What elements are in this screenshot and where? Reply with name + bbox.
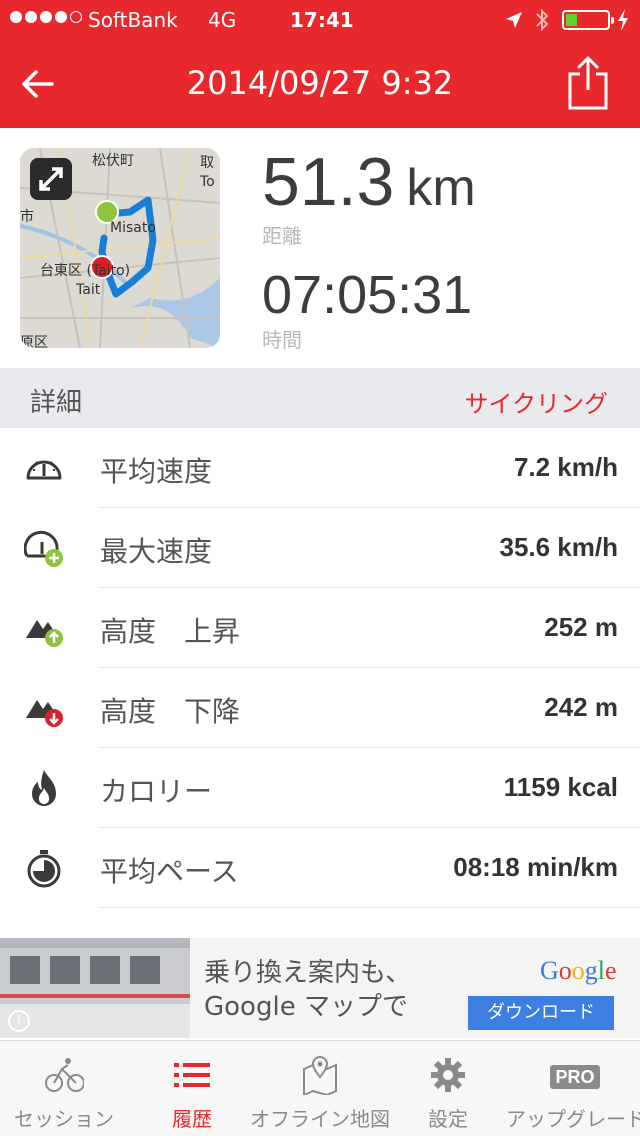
distance-unit: km [406, 159, 476, 217]
charging-icon [618, 9, 628, 31]
ad-text: 乗り換え案内も、 Google マップで [204, 956, 411, 1024]
session-summary: 松伏町 取 To 市 Misato 台東区 (Taito) Tait 原区 51… [0, 128, 640, 368]
expand-map-button[interactable] [30, 158, 72, 200]
ad-banner[interactable]: i 乗り換え案内も、 Google マップで Google ダウンロード [0, 938, 640, 1038]
stat-row-elevation-loss: 高度 下降 242 m [0, 668, 640, 748]
elevation-up-icon [26, 620, 63, 647]
pro-icon: PRO [550, 1065, 600, 1089]
map-label: 取 [200, 155, 214, 171]
ad-download-button[interactable]: ダウンロード [468, 996, 614, 1030]
map-label: 市 [20, 209, 34, 225]
stat-value: 35.6 km/h [499, 532, 618, 562]
stat-row-average-speed: 平均速度 7.2 km/h [0, 428, 640, 508]
details-section-header: 詳細 サイクリング [0, 368, 640, 428]
tab-offline-map[interactable]: オフライン地図 [250, 1041, 390, 1136]
stat-label: カロリー [100, 775, 213, 808]
ad-line-1: 乗り換え案内も、 [204, 958, 412, 988]
ad-line-2: Google マップで [204, 992, 408, 1022]
stat-row-elevation-gain: 高度 上昇 252 m [0, 588, 640, 668]
elevation-down-icon [26, 700, 63, 727]
location-arrow-icon [506, 12, 522, 28]
stat-value: 1159 kcal [503, 772, 618, 802]
expand-icon [39, 167, 63, 191]
ad-info-icon[interactable]: i [8, 1010, 30, 1032]
tab-label: オフライン地図 [250, 1107, 390, 1131]
stat-label: 平均速度 [100, 455, 213, 488]
gear-icon [431, 1058, 465, 1092]
share-icon[interactable] [566, 54, 610, 110]
session-date-title: 2014/09/27 9:32 [186, 64, 454, 102]
stat-label: 高度 下降 [100, 695, 241, 728]
tab-bar: セッション 履歴 オフライン地図 設定 PRO アップグレード [0, 1040, 640, 1136]
stat-value: 252 m [544, 612, 618, 642]
signal-strength-icon [10, 11, 82, 23]
status-bar: SoftBank 4G 17:41 [0, 0, 640, 40]
duration-value: 07:05:31 [262, 265, 473, 325]
tab-session[interactable]: セッション [0, 1041, 128, 1136]
list-icon [174, 1063, 210, 1087]
bluetooth-icon [536, 8, 549, 32]
speedometer-icon [26, 460, 62, 480]
battery-icon [562, 10, 614, 30]
distance-label: 距離 [262, 224, 302, 248]
app-header: SoftBank 4G 17:41 2014/09/27 9:32 [0, 0, 640, 128]
map-label: 原区 [20, 335, 48, 348]
stats-list: 平均速度 7.2 km/h 最大速度 35.6 km/h 高度 上昇 252 m… [0, 428, 640, 908]
flame-icon [32, 770, 56, 806]
google-logo: Google [540, 956, 617, 985]
stat-label: 平均ペース [100, 855, 239, 888]
offline-map-icon [303, 1055, 337, 1095]
map-label: 台東区 (Taito) [40, 263, 131, 279]
network-type: 4G [208, 8, 237, 32]
map-label: To [200, 174, 215, 190]
distance-value: 51.3 km [262, 144, 476, 220]
map-label: 松伏町 [92, 153, 134, 169]
duration-label: 時間 [262, 328, 302, 352]
stat-row-calories: カロリー 1159 kcal [0, 748, 640, 828]
route-map-thumbnail[interactable]: 松伏町 取 To 市 Misato 台東区 (Taito) Tait 原区 [20, 148, 220, 348]
tab-history[interactable]: 履歴 [128, 1041, 256, 1136]
stat-label: 高度 上昇 [100, 615, 241, 648]
tab-settings[interactable]: 設定 [384, 1041, 512, 1136]
carrier-name: SoftBank [88, 8, 178, 32]
stat-value: 242 m [544, 692, 618, 722]
stopwatch-icon [27, 850, 61, 888]
stat-value: 7.2 km/h [513, 452, 618, 482]
stat-value: 08:18 min/km [453, 852, 618, 882]
tab-label: 履歴 [172, 1107, 212, 1131]
map-label: Misato [110, 220, 156, 236]
tab-label: アップグレード [506, 1107, 640, 1131]
tab-label: 設定 [428, 1107, 468, 1131]
max-speed-icon [24, 530, 63, 567]
map-label: Tait [76, 282, 101, 298]
status-time: 17:41 [290, 8, 354, 32]
stat-row-average-pace: 平均ペース 08:18 min/km [0, 828, 640, 908]
details-title: 詳細 [30, 388, 83, 418]
navigation-bar: 2014/09/27 9:32 [0, 40, 640, 128]
stat-label: 最大速度 [100, 535, 213, 568]
stat-row-max-speed: 最大速度 35.6 km/h [0, 508, 640, 588]
cyclist-icon [45, 1058, 84, 1092]
activity-type-selector[interactable]: サイクリング [464, 384, 608, 419]
tab-upgrade[interactable]: PRO アップグレード [506, 1041, 640, 1136]
